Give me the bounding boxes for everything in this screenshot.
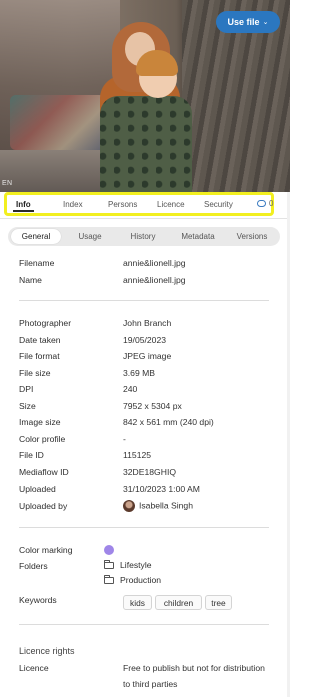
subtab-metadata[interactable]: Metadata [174,227,222,246]
folder-name: Lifestyle [120,560,152,570]
field-value: annie&lionell.jpg [123,258,186,268]
field-label: Mediaflow ID [19,467,69,477]
keyword-tag[interactable]: kids [123,595,152,610]
folder-icon [104,574,114,584]
use-file-button[interactable]: Use file ⌄ [216,11,280,33]
tabs-divider [0,218,290,219]
subtab-versions[interactable]: Versions [230,227,274,246]
comments-button[interactable]: 0 [257,199,273,208]
tab-index[interactable]: Index [63,195,83,213]
field-label: Date taken [19,335,61,345]
field-label: Name [19,275,42,285]
section-divider [19,527,269,528]
field-value: 31/10/2023 1:00 AM [123,484,200,494]
keyword-tag[interactable]: tree [205,595,232,610]
photo-boy-hair [136,50,178,76]
section-divider [19,624,269,625]
licence-section-title: Licence rights [19,646,75,656]
field-value: 3.69 MB [123,368,156,378]
field-label: Color profile [19,434,66,444]
use-file-label: Use file [227,17,260,27]
folder-icon [104,559,114,569]
language-tag: EN [2,180,13,187]
tab-info[interactable]: Info [13,195,34,213]
field-value: 240 [123,384,138,394]
field-value: annie&lionell.jpg [123,275,186,285]
field-value: 842 x 561 mm (240 dpi) [123,417,214,427]
field-value: John Branch [123,318,172,328]
field-value: 19/05/2023 [123,335,167,345]
tab-licence[interactable]: Licence [157,195,185,213]
uploader-name: Isabella Singh [139,500,193,511]
field-label: Photographer [19,318,72,328]
field-value: 115125 [123,450,152,460]
photo-boy-sweater [100,96,192,192]
field-label: Uploaded by [19,501,68,511]
field-value: 32DE18GHIQ [123,467,177,477]
folder-item[interactable]: Production [104,574,162,585]
scrollbar[interactable] [287,192,290,697]
field-value: 7952 x 5304 px [123,401,182,411]
info-tabs: Info Index Persons Licence Security [4,192,274,216]
field-value: - [123,434,126,444]
folder-name: Production [120,575,162,585]
chevron-down-icon: ⌄ [262,19,269,26]
field-label: File format [19,351,60,361]
photo-pavement [0,150,110,192]
field-label: Image size [19,417,61,427]
tab-security[interactable]: Security [204,195,233,213]
field-value: JPEG image [123,351,172,361]
keyword-tag[interactable]: children [155,595,202,610]
field-label: Keywords [19,595,57,605]
avatar [123,500,135,512]
color-marking-dot[interactable] [104,545,114,555]
uploader[interactable]: Isabella Singh [123,500,273,512]
licence-value: Free to publish but not for distribution… [123,663,265,689]
field-label: Uploaded [19,484,56,494]
photo-graffiti-wall [10,95,105,150]
info-subtabs: General Usage History Metadata Versions [8,227,280,246]
subtab-general[interactable]: General [11,229,61,244]
comment-count: 0 [269,199,274,208]
comment-icon [257,200,266,207]
field-label: File size [19,368,51,378]
tab-persons[interactable]: Persons [108,195,137,213]
section-divider [19,300,269,301]
field-label: Size [19,401,36,411]
subtab-history[interactable]: History [121,227,165,246]
subtab-usage[interactable]: Usage [70,227,110,246]
field-label: Licence [19,663,49,673]
field-label: File ID [19,450,44,460]
field-label: DPI [19,384,34,394]
folder-item[interactable]: Lifestyle [104,559,152,570]
field-label: Filename [19,258,55,268]
